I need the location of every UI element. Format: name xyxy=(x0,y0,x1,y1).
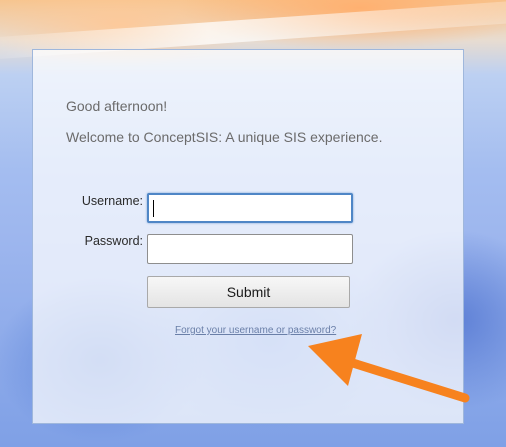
username-label: Username: xyxy=(81,194,143,208)
submit-button[interactable]: Submit xyxy=(147,276,350,308)
orange-arrow-icon xyxy=(308,334,470,403)
welcome-text: Welcome to ConceptSIS: A unique SIS expe… xyxy=(66,129,383,145)
password-input[interactable] xyxy=(147,234,353,264)
text-cursor xyxy=(153,200,154,217)
password-label: Password: xyxy=(84,234,143,248)
greeting-text: Good afternoon! xyxy=(66,98,168,114)
username-input[interactable] xyxy=(147,193,353,223)
